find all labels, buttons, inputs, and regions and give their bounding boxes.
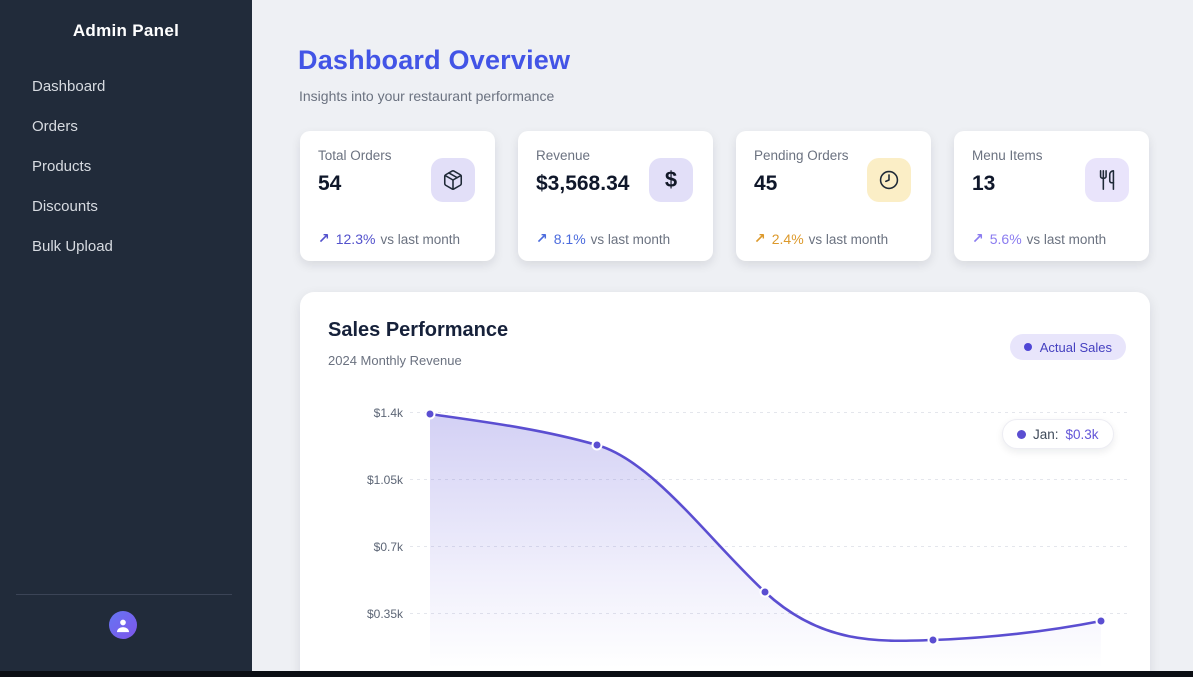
stat-icon-tile <box>1085 158 1129 202</box>
trend-up-icon: ↗ <box>972 231 984 247</box>
ytick-0-7k: $0.7k <box>374 540 404 554</box>
stat-card-menu-items: Menu Items 13 ↗ 5.6% vs last month <box>954 131 1149 261</box>
user-icon <box>113 615 133 635</box>
sidebar-title: Admin Panel <box>0 0 252 41</box>
package-icon <box>442 169 464 191</box>
dollar-icon: $ <box>665 167 677 193</box>
stat-card-pending-orders: Pending Orders 45 ↗ 2.4% vs last month <box>736 131 931 261</box>
stat-trend: ↗ 5.6% vs last month <box>972 231 1131 247</box>
app-root: { "sidebar": { "title": "Admin Panel", "… <box>0 0 1193 677</box>
page-subtitle: Insights into your restaurant performanc… <box>299 88 554 104</box>
data-point-3[interactable] <box>761 588 770 597</box>
sidebar-nav: Dashboard Orders Products Discounts Bulk… <box>0 67 252 267</box>
stat-trend: ↗ 12.3% vs last month <box>318 231 477 247</box>
data-point-1[interactable] <box>426 410 435 419</box>
sidebar-item-dashboard[interactable]: Dashboard <box>0 67 252 107</box>
data-point-2[interactable] <box>593 441 602 450</box>
data-point-5[interactable] <box>1097 617 1106 626</box>
stat-icon-tile <box>867 158 911 202</box>
clock-icon <box>878 169 900 191</box>
trend-percent: 8.1% <box>554 231 586 247</box>
bottom-bar <box>0 671 1193 677</box>
stat-card-total-orders: Total Orders 54 ↗ 12.3% vs last month <box>300 131 495 261</box>
trend-percent: 12.3% <box>336 231 376 247</box>
page-title: Dashboard Overview <box>298 45 570 76</box>
trend-percent: 2.4% <box>772 231 804 247</box>
stat-icon-tile <box>431 158 475 202</box>
sidebar-item-products[interactable]: Products <box>0 147 252 187</box>
trend-up-icon: ↗ <box>536 231 548 247</box>
ytick-1-05k: $1.05k <box>367 473 404 487</box>
sales-line-chart[interactable]: $1.4k $1.05k $0.7k $0.35k <box>300 392 1150 677</box>
trend-up-icon: ↗ <box>318 231 330 247</box>
stats-row: Total Orders 54 ↗ 12.3% vs last month Re… <box>300 131 1149 261</box>
legend-dot-icon <box>1024 343 1032 351</box>
ytick-0-35k: $0.35k <box>367 607 404 621</box>
ytick-1-4k: $1.4k <box>374 406 404 420</box>
trend-suffix: vs last month <box>809 232 889 247</box>
chart-area-fill <box>430 414 1101 677</box>
data-point-4[interactable] <box>929 636 938 645</box>
avatar[interactable] <box>109 611 137 639</box>
sidebar-item-discounts[interactable]: Discounts <box>0 187 252 227</box>
legend-actual-sales[interactable]: Actual Sales <box>1010 334 1126 360</box>
trend-suffix: vs last month <box>591 232 671 247</box>
sales-performance-card: Sales Performance 2024 Monthly Revenue A… <box>300 292 1150 677</box>
sidebar-divider <box>16 594 232 595</box>
sales-card-subtitle: 2024 Monthly Revenue <box>328 353 462 368</box>
trend-suffix: vs last month <box>380 232 460 247</box>
legend-label: Actual Sales <box>1040 340 1112 355</box>
stat-trend: ↗ 8.1% vs last month <box>536 231 695 247</box>
trend-percent: 5.6% <box>990 231 1022 247</box>
chart-y-axis: $1.4k $1.05k $0.7k $0.35k <box>367 406 404 621</box>
stat-card-revenue: Revenue $3,568.34 $ ↗ 8.1% vs last month <box>518 131 713 261</box>
trend-up-icon: ↗ <box>754 231 766 247</box>
sidebar: Admin Panel Dashboard Orders Products Di… <box>0 0 252 677</box>
main-content: Dashboard Overview Insights into your re… <box>252 0 1193 677</box>
trend-suffix: vs last month <box>1027 232 1107 247</box>
sidebar-item-orders[interactable]: Orders <box>0 107 252 147</box>
sidebar-item-bulk-upload[interactable]: Bulk Upload <box>0 227 252 267</box>
stat-trend: ↗ 2.4% vs last month <box>754 231 913 247</box>
sales-card-title: Sales Performance <box>328 319 508 342</box>
utensils-icon <box>1096 169 1118 191</box>
stat-icon-tile: $ <box>649 158 693 202</box>
